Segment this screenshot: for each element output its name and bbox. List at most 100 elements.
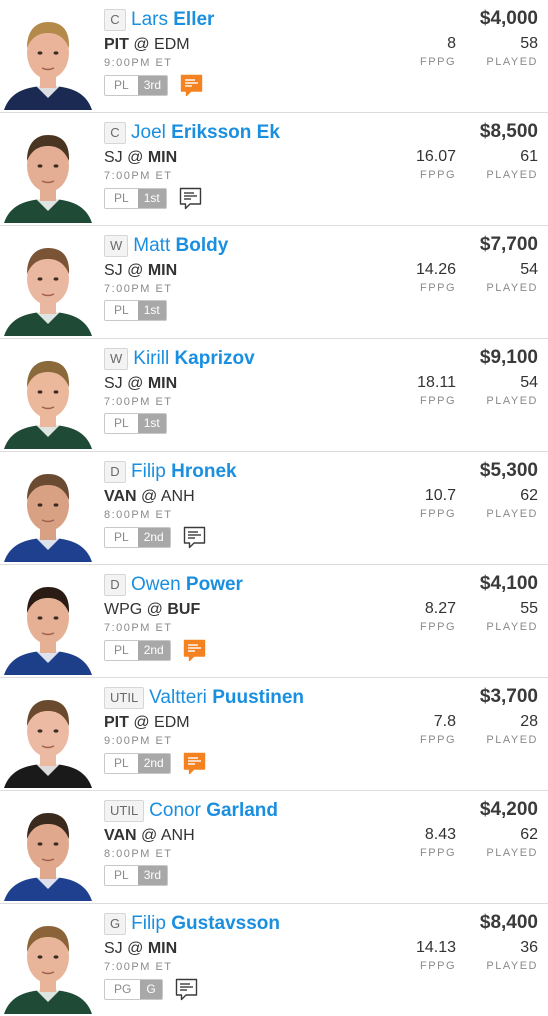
line-tag-type: PL	[105, 528, 138, 547]
fppg-value: 14.26	[415, 261, 456, 278]
name-line: UTIL Valtteri Puustinen	[104, 686, 404, 710]
stats-row: 8 FPPG 58 PLAYED	[368, 34, 538, 69]
matchup: PIT @ EDM	[104, 713, 404, 733]
news-alert-icon	[183, 639, 205, 662]
player-row-6[interactable]: D Owen Power WPG @ BUF 7:00PM ET PL 2nd …	[0, 565, 548, 678]
player-info: D Owen Power WPG @ BUF 7:00PM ET PL 2nd	[104, 573, 404, 662]
stats-row: 7.8 FPPG 28 PLAYED	[368, 712, 538, 747]
fppg-value: 16.07	[415, 148, 456, 165]
player-name-link[interactable]: Valtteri Puustinen	[149, 687, 304, 709]
fppg-value: 8.43	[424, 826, 456, 843]
player-stats: $9,100 18.11 FPPG 54 PLAYED	[368, 347, 538, 408]
news-note-icon[interactable]	[183, 526, 206, 549]
news-note-icon[interactable]	[183, 639, 206, 662]
news-note-icon-glyph	[179, 187, 201, 210]
badges: PL 1st	[104, 413, 404, 434]
player-row-3[interactable]: W Matt Boldy SJ @ MIN 7:00PM ET PL 1st $…	[0, 226, 548, 339]
name-line: W Matt Boldy	[104, 234, 404, 258]
fppg-value: 8.27	[424, 600, 456, 617]
player-name-link[interactable]: Joel Eriksson Ek	[131, 122, 280, 144]
played-stat: 62 PLAYED	[468, 486, 538, 521]
line-tag: PL 2nd	[104, 753, 171, 774]
line-tag-value: 2nd	[137, 641, 170, 660]
badges: PL 2nd	[104, 752, 404, 775]
fppg-stat: 10.7 FPPG	[386, 486, 456, 521]
line-tag-value: 1st	[137, 301, 166, 320]
fppg-label: FPPG	[420, 621, 456, 633]
player-row-8[interactable]: UTIL Conor Garland VAN @ ANH 8:00PM ET P…	[0, 791, 548, 904]
player-headshot	[0, 573, 96, 675]
line-tag: PL 1st	[104, 300, 167, 321]
player-row-9[interactable]: G Filip Gustavsson SJ @ MIN 7:00PM ET PG…	[0, 904, 548, 1016]
fppg-stat: 14.13 FPPG	[386, 938, 456, 973]
fppg-stat: 16.07 FPPG	[386, 147, 456, 182]
line-tag-value: G	[140, 980, 162, 999]
player-name-link[interactable]: Owen Power	[131, 574, 243, 596]
team-right: EDM	[154, 36, 190, 53]
fppg-label: FPPG	[420, 508, 456, 520]
news-note-icon[interactable]	[179, 187, 202, 210]
name-line: C Lars Eller	[104, 8, 404, 32]
player-name-link[interactable]: Filip Gustavsson	[131, 913, 280, 935]
at-separator: @	[127, 149, 144, 166]
line-tag: PL 1st	[104, 413, 167, 434]
position-badge: W	[104, 235, 129, 257]
first-name: Conor	[149, 800, 201, 821]
player-headshot	[0, 121, 96, 223]
game-time: 9:00PM ET	[104, 735, 173, 747]
player-name-link[interactable]: Conor Garland	[149, 800, 278, 822]
first-name: Matt	[133, 235, 171, 256]
line-tag-type: PL	[105, 754, 138, 773]
badges: PL 3rd	[104, 865, 404, 886]
news-note-icon[interactable]	[180, 74, 203, 97]
matchup: WPG @ BUF	[104, 600, 404, 620]
played-value: 36	[520, 939, 538, 956]
team-left: VAN	[104, 827, 137, 844]
player-name-link[interactable]: Matt Boldy	[133, 235, 228, 257]
player-row-2[interactable]: C Joel Eriksson Ek SJ @ MIN 7:00PM ET PL…	[0, 113, 548, 226]
name-line: G Filip Gustavsson	[104, 912, 404, 936]
team-left: SJ	[104, 262, 123, 279]
player-stats: $4,200 8.43 FPPG 62 PLAYED	[368, 799, 538, 860]
played-label: PLAYED	[486, 508, 538, 520]
player-name-link[interactable]: Filip Hronek	[131, 461, 237, 483]
fppg-stat: 7.8 FPPG	[386, 712, 456, 747]
player-row-7[interactable]: UTIL Valtteri Puustinen PIT @ EDM 9:00PM…	[0, 678, 548, 791]
first-name: Valtteri	[149, 687, 207, 708]
matchup: PIT @ EDM	[104, 35, 404, 55]
player-row-5[interactable]: D Filip Hronek VAN @ ANH 8:00PM ET PL 2n…	[0, 452, 548, 565]
team-right: MIN	[147, 940, 178, 957]
player-name-link[interactable]: Lars Eller	[131, 9, 214, 31]
fppg-value: 10.7	[424, 487, 456, 504]
position-badge: D	[104, 574, 126, 596]
player-row-1[interactable]: C Lars Eller PIT @ EDM 9:00PM ET PL 3rd …	[0, 0, 548, 113]
played-stat: 58 PLAYED	[468, 34, 538, 69]
team-right: EDM	[154, 714, 190, 731]
played-value: 62	[520, 487, 538, 504]
name-line: C Joel Eriksson Ek	[104, 121, 404, 145]
last-name: Puustinen	[212, 687, 305, 708]
news-note-icon[interactable]	[175, 978, 198, 1001]
player-headshot	[0, 912, 96, 1014]
player-stats: $5,300 10.7 FPPG 62 PLAYED	[368, 460, 538, 521]
fppg-label: FPPG	[420, 56, 456, 68]
player-row-4[interactable]: W Kirill Kaprizov SJ @ MIN 7:00PM ET PL …	[0, 339, 548, 452]
team-left: PIT	[104, 36, 129, 53]
first-name: Owen	[131, 574, 181, 595]
badges: PL 1st	[104, 300, 404, 321]
team-right: MIN	[147, 149, 178, 166]
game-time: 7:00PM ET	[104, 396, 173, 408]
player-name-link[interactable]: Kirill Kaprizov	[133, 348, 254, 370]
player-headshot-image	[0, 912, 96, 1014]
news-note-icon[interactable]	[183, 752, 206, 775]
played-label: PLAYED	[486, 169, 538, 181]
last-name: Power	[185, 574, 243, 595]
played-stat: 61 PLAYED	[468, 147, 538, 182]
stats-row: 16.07 FPPG 61 PLAYED	[368, 147, 538, 182]
at-separator: @	[141, 488, 158, 505]
played-value: 54	[520, 261, 538, 278]
played-stat: 54 PLAYED	[468, 260, 538, 295]
line-tag-value: 1st	[137, 414, 166, 433]
played-label: PLAYED	[486, 734, 538, 746]
at-separator: @	[146, 601, 163, 618]
